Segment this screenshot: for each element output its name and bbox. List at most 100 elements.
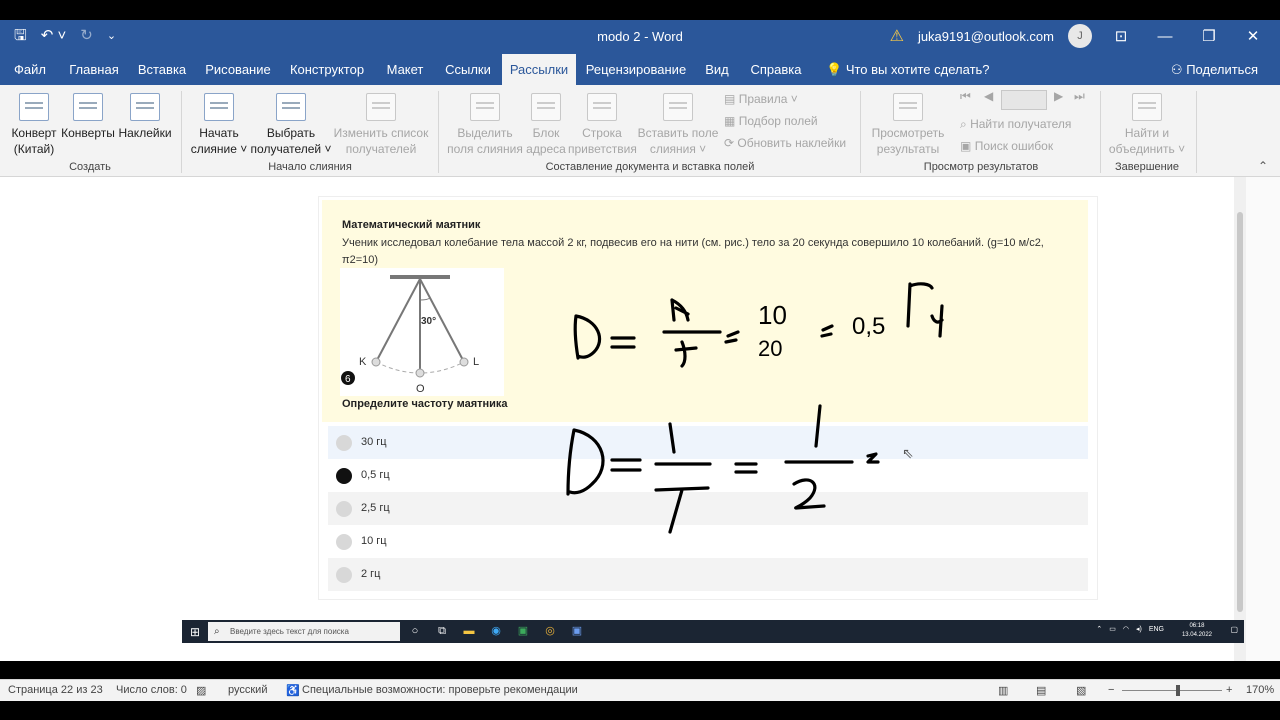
- taskbar-clock[interactable]: 06:18 13.04.2022: [1182, 622, 1212, 640]
- first-record-icon[interactable]: ⏮: [960, 89, 971, 104]
- btn-label: Поиск ошибок: [974, 139, 1054, 153]
- answer-option[interactable]: 2,5 гц: [328, 492, 1088, 525]
- print-layout-icon[interactable]: ▤: [1036, 684, 1046, 697]
- match-fields-button[interactable]: ▦ Подбор полей: [724, 114, 818, 128]
- radio-button-selected[interactable]: [336, 468, 352, 484]
- read-mode-icon[interactable]: ▥: [998, 684, 1008, 697]
- check-errors-button[interactable]: ▣ Поиск ошибок: [960, 139, 1053, 153]
- proofing-icon[interactable]: ▨: [196, 684, 206, 697]
- zoom-out-icon[interactable]: −: [1108, 684, 1114, 696]
- btn-label: Подбор полей: [738, 114, 818, 128]
- answer-option[interactable]: 0,5 гц: [328, 459, 1088, 492]
- network-icon[interactable]: ▭: [1109, 625, 1116, 633]
- tab-home[interactable]: Главная: [62, 54, 126, 85]
- share-button[interactable]: ⚇ Поделиться: [1171, 54, 1258, 85]
- lightbulb-icon: 💡: [826, 62, 843, 77]
- finish-merge-button[interactable]: Найти и объединить ˅: [1104, 93, 1190, 157]
- ribbon-display-icon[interactable]: ⊡: [1106, 27, 1136, 45]
- tell-me-search[interactable]: 💡 Что вы хотите сделать?: [826, 54, 990, 85]
- tab-mailings[interactable]: Рассылки: [502, 54, 576, 85]
- wifi-icon[interactable]: ◠: [1123, 625, 1129, 633]
- answer-option[interactable]: 2 гц: [328, 558, 1088, 591]
- envelope-china-button[interactable]: Конверт (Китай): [8, 93, 60, 157]
- highlight-merge-fields-button[interactable]: Выделить поля слияния: [446, 93, 524, 157]
- ribbon: Конверт (Китай) Конверты Наклейки Создат…: [0, 85, 1280, 177]
- zoom-in-icon[interactable]: +: [1226, 684, 1232, 696]
- task-view-icon[interactable]: ⧉: [433, 623, 451, 640]
- volume-icon[interactable]: ◂): [1136, 625, 1142, 633]
- radio-button[interactable]: [336, 534, 352, 550]
- accessibility-icon[interactable]: ♿: [286, 684, 300, 697]
- restore-button[interactable]: ❐: [1194, 27, 1224, 45]
- edit-recipient-list-button[interactable]: Изменить список получателей: [332, 93, 430, 157]
- radio-button[interactable]: [336, 435, 352, 451]
- envelopes-button[interactable]: Конверты: [60, 93, 116, 141]
- envelope-icon: [73, 93, 103, 121]
- group-divider: [438, 91, 439, 173]
- tray-chevron-icon[interactable]: ⌃: [1096, 625, 1102, 633]
- update-labels-button[interactable]: ⟳ Обновить наклейки: [724, 136, 846, 150]
- group-finish-label: Завершение: [1115, 161, 1179, 173]
- tray-language[interactable]: ENG: [1149, 626, 1164, 633]
- edge-icon[interactable]: ◉: [487, 623, 505, 640]
- option-label: 0,5 гц: [361, 469, 390, 481]
- question-number-badge: 6: [345, 374, 351, 385]
- chrome-icon[interactable]: ◎: [541, 623, 559, 640]
- insert-merge-field-button[interactable]: Вставить поле слияния ˅: [636, 93, 720, 157]
- start-merge-button[interactable]: Начать слияние ˅: [188, 93, 250, 157]
- labels-button[interactable]: Наклейки: [117, 93, 173, 141]
- vertical-scrollbar[interactable]: [1234, 177, 1246, 661]
- previous-record-icon[interactable]: ◀: [984, 89, 993, 103]
- tab-review[interactable]: Рецензирование: [584, 54, 688, 85]
- letterbox-bottom: [0, 701, 1280, 720]
- tab-file[interactable]: Файл: [6, 54, 54, 85]
- page-count[interactable]: Страница 22 из 23: [8, 684, 103, 696]
- close-button[interactable]: ✕: [1238, 27, 1268, 45]
- taskbar-search-input[interactable]: ⌕ Введите здесь текст для поиска: [208, 622, 400, 641]
- minimize-button[interactable]: —: [1150, 28, 1180, 45]
- btn-label: Блок: [532, 126, 560, 140]
- greeting-line-button[interactable]: Строка приветствия: [568, 93, 637, 157]
- word-count[interactable]: Число слов: 0: [116, 684, 187, 696]
- next-record-icon[interactable]: ▶: [1054, 89, 1063, 103]
- point-l-label: L: [473, 356, 479, 368]
- point-o-label: O: [416, 383, 425, 395]
- tab-references[interactable]: Ссылки: [440, 54, 496, 85]
- avatar[interactable]: J: [1068, 24, 1092, 48]
- zoom-level[interactable]: 170%: [1246, 684, 1274, 696]
- notifications-icon[interactable]: ▢: [1230, 625, 1238, 634]
- language-indicator[interactable]: русский: [228, 684, 267, 696]
- tab-draw[interactable]: Рисование: [200, 54, 276, 85]
- tab-view[interactable]: Вид: [700, 54, 734, 85]
- excel-icon[interactable]: ▣: [514, 623, 532, 640]
- radio-button[interactable]: [336, 567, 352, 583]
- address-block-button[interactable]: Блок адреса: [524, 93, 568, 157]
- tab-insert[interactable]: Вставка: [134, 54, 190, 85]
- tab-help[interactable]: Справка: [744, 54, 808, 85]
- zoom-slider[interactable]: [1122, 690, 1222, 691]
- select-recipients-button[interactable]: Выбрать получателей ˅: [250, 93, 332, 157]
- windows-start-icon[interactable]: ⊞: [190, 625, 200, 639]
- word-icon[interactable]: ▣: [568, 623, 586, 640]
- btn-label: Наклейки: [118, 126, 172, 140]
- cortana-icon[interactable]: ○: [406, 623, 424, 640]
- tab-design[interactable]: Конструктор: [284, 54, 370, 85]
- last-record-icon[interactable]: ⏭: [1074, 89, 1085, 104]
- zoom-slider-knob[interactable]: [1176, 685, 1180, 696]
- answer-option[interactable]: 10 гц: [328, 525, 1088, 558]
- find-recipient-button[interactable]: ⌕ Найти получателя: [960, 117, 1071, 132]
- tab-layout[interactable]: Макет: [380, 54, 430, 85]
- scrollbar-thumb[interactable]: [1237, 212, 1243, 612]
- warning-icon[interactable]: ⚠: [890, 26, 904, 46]
- rules-button[interactable]: ▤ Правила ˅: [724, 92, 798, 106]
- collapse-ribbon-icon[interactable]: ⌃: [1258, 159, 1268, 173]
- file-explorer-icon[interactable]: ▬: [460, 623, 478, 640]
- radio-button[interactable]: [336, 501, 352, 517]
- preview-results-button[interactable]: Просмотреть результаты: [866, 93, 950, 157]
- web-layout-icon[interactable]: ▧: [1076, 684, 1086, 697]
- clock-date: 13.04.2022: [1181, 632, 1212, 638]
- accessibility-status[interactable]: Специальные возможности: проверьте реком…: [302, 684, 578, 696]
- answer-option[interactable]: 30 гц: [328, 426, 1088, 459]
- account-email[interactable]: juka9191@outlook.com: [918, 29, 1054, 44]
- record-number-input[interactable]: [1001, 90, 1047, 110]
